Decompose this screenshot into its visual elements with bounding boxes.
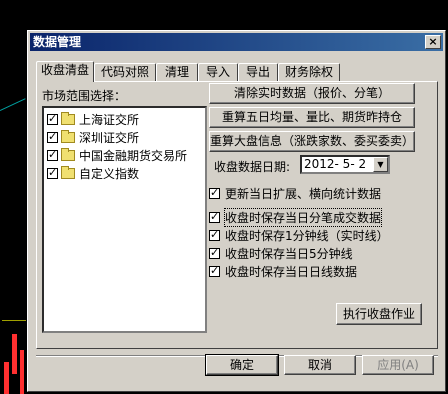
market-checkbox[interactable]: ✓ — [47, 112, 58, 125]
save-1min-checkbox[interactable]: ✓ — [209, 228, 220, 241]
save-5min-option[interactable]: ✓ 收盘时保存当日5分钟线 — [209, 245, 353, 262]
save-daily-checkbox[interactable]: ✓ — [209, 264, 220, 277]
check-icon: ✓ — [210, 264, 220, 277]
close-button[interactable]: × — [425, 35, 441, 49]
market-item-cffex[interactable]: ✓ 中国金融期货交易所 — [47, 147, 187, 164]
chevron-down-icon[interactable]: ▼ — [373, 157, 388, 172]
close-date-picker[interactable]: 2012- 5- 2 ▼ — [300, 155, 390, 174]
recalc-5day-button[interactable]: 重算五日均量、量比、期货昨持仓 — [209, 107, 415, 128]
tab-import[interactable]: 导入 — [198, 63, 238, 81]
close-date-label: 收盘数据日期: — [214, 160, 291, 174]
tab-close-clear[interactable]: 收盘清盘 — [36, 61, 94, 82]
save-5min-label: 收盘时保存当日5分钟线 — [225, 247, 353, 261]
save-ticks-label: 收盘时保存当日分笔成交数据 — [223, 208, 383, 227]
tab-export[interactable]: 导出 — [238, 63, 278, 81]
market-item-custom[interactable]: ✓ 自定义指数 — [47, 165, 139, 182]
market-checkbox[interactable]: ✓ — [47, 148, 58, 161]
check-icon: ✓ — [210, 186, 220, 199]
market-checkbox[interactable]: ✓ — [47, 130, 58, 143]
market-label: 自定义指数 — [79, 167, 140, 181]
folder-icon — [61, 112, 75, 125]
tab-cleanup[interactable]: 清理 — [156, 63, 198, 81]
close-date-value: 2012- 5- 2 — [304, 157, 367, 171]
save-1min-option[interactable]: ✓ 收盘时保存1分钟线（实时线） — [209, 227, 389, 244]
save-1min-label: 收盘时保存1分钟线（实时线） — [225, 229, 389, 243]
save-ticks-option[interactable]: ✓ 收盘时保存当日分笔成交数据 — [209, 208, 383, 227]
folder-icon — [61, 148, 75, 161]
title-bar: 数据管理 × — [30, 33, 443, 51]
save-daily-label: 收盘时保存当日日线数据 — [225, 265, 358, 279]
update-stats-checkbox[interactable]: ✓ — [209, 186, 220, 199]
check-icon: ✓ — [210, 228, 220, 241]
market-label: 上海证交所 — [79, 113, 140, 127]
market-item-sh[interactable]: ✓ 上海证交所 — [47, 111, 139, 128]
market-label: 深圳证交所 — [79, 131, 140, 145]
recalc-market-button[interactable]: 重算大盘信息（涨跌家数、委买委卖） — [209, 131, 415, 152]
check-icon: ✓ — [48, 130, 58, 143]
apply-button[interactable]: 应用(A) — [362, 355, 434, 375]
check-icon: ✓ — [210, 246, 220, 259]
check-icon: ✓ — [48, 148, 58, 161]
data-management-dialog: 数据管理 × 收盘清盘 代码对照 清理 导入 导出 财务除权 市场范围选择： ✓… — [27, 30, 446, 392]
dialog-title: 数据管理 — [33, 35, 82, 49]
folder-icon — [61, 166, 75, 179]
check-icon: ✓ — [48, 112, 58, 125]
check-icon: ✓ — [48, 166, 58, 179]
market-item-sz[interactable]: ✓ 深圳证交所 — [47, 129, 139, 146]
market-range-label: 市场范围选择： — [42, 89, 127, 103]
update-stats-label: 更新当日扩展、横向统计数据 — [225, 187, 382, 201]
market-label: 中国金融期货交易所 — [79, 149, 188, 163]
folder-icon — [61, 130, 75, 143]
market-list: ✓ 上海证交所 ✓ 深圳证交所 ✓ 中国金融期货交易所 ✓ 自定义指数 — [42, 106, 207, 333]
update-stats-option[interactable]: ✓ 更新当日扩展、横向统计数据 — [209, 185, 381, 202]
cancel-button[interactable]: 取消 — [284, 355, 356, 375]
save-5min-checkbox[interactable]: ✓ — [209, 246, 220, 259]
tab-financial-rights[interactable]: 财务除权 — [278, 63, 340, 81]
clear-realtime-button[interactable]: 清除实时数据（报价、分笔） — [209, 83, 415, 104]
ok-button[interactable]: 确定 — [205, 354, 279, 376]
tab-code-map[interactable]: 代码对照 — [94, 63, 156, 81]
execute-close-button[interactable]: 执行收盘作业 — [336, 303, 422, 325]
save-daily-option[interactable]: ✓ 收盘时保存当日日线数据 — [209, 263, 357, 280]
close-icon: × — [428, 35, 438, 48]
check-icon: ✓ — [210, 210, 220, 223]
save-ticks-checkbox[interactable]: ✓ — [209, 210, 220, 223]
market-checkbox[interactable]: ✓ — [47, 166, 58, 179]
